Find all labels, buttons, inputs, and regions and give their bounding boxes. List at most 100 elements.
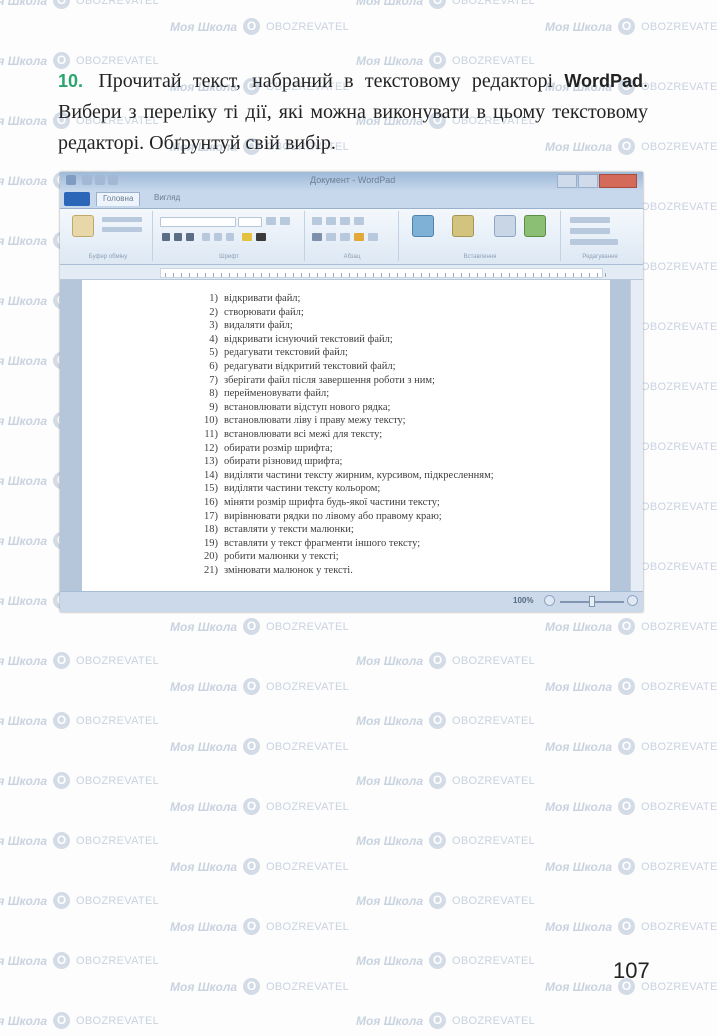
watermark-school-text: Моя Школа: [0, 953, 48, 968]
font-size-select[interactable]: [238, 217, 262, 227]
replace-button[interactable]: [570, 228, 610, 234]
ruler-tick: [605, 273, 606, 277]
list-item-number: 4): [209, 333, 218, 345]
watermark-brand-text: OBOZREVATEL: [76, 654, 159, 667]
align-center-button[interactable]: [326, 233, 336, 241]
app-menu-icon[interactable]: [66, 175, 76, 185]
list-item-text: робити малюнки у тексті;: [224, 551, 339, 563]
copy-button[interactable]: [102, 227, 142, 232]
line-spacing-button[interactable]: [354, 217, 364, 225]
page-number: 107: [613, 958, 650, 983]
redo-icon[interactable]: [108, 175, 118, 185]
align-left-button[interactable]: [312, 233, 322, 241]
list-item: 7) зберігати файл після завершення роботи…: [196, 374, 494, 388]
watermark: Моя Школа O OBOZREVATEL: [356, 772, 535, 789]
grow-font-button[interactable]: [266, 217, 276, 225]
subscript-button[interactable]: [214, 233, 222, 241]
list-button[interactable]: [340, 217, 350, 225]
watermark-brand-text: OBOZREVATEL: [266, 680, 349, 693]
minimize-button[interactable]: [557, 174, 577, 188]
font-family-select[interactable]: [160, 217, 236, 227]
zoom-out-button[interactable]: [544, 595, 555, 606]
paint-drawing-icon[interactable]: [452, 215, 474, 237]
underline-button[interactable]: [186, 233, 194, 241]
ruler-tick: [165, 273, 166, 277]
ruler: [60, 265, 643, 280]
font-color-button[interactable]: [256, 233, 266, 241]
tab-file[interactable]: [64, 192, 90, 206]
document-page[interactable]: 1) відкривати файл; 2) створювати файл; 3) ви…: [82, 280, 610, 592]
watermark: Моя Школа O OBOZREVATEL: [356, 1012, 535, 1029]
watermark-brand-text: OBOZREVATEL: [76, 0, 159, 7]
strikethrough-button[interactable]: [202, 233, 210, 241]
obozrevatel-logo-icon: O: [53, 712, 71, 729]
highlight-color-button[interactable]: [242, 233, 252, 241]
obozrevatel-logo-icon: O: [429, 0, 447, 9]
watermark-school-text: Моя Школа: [545, 859, 613, 874]
insert-picture-icon[interactable]: [412, 215, 434, 237]
ruler-tick: [285, 273, 286, 277]
justify-button[interactable]: [354, 233, 364, 241]
vertical-scrollbar[interactable]: [630, 280, 643, 592]
wordpad-screenshot: Документ - WordPad Головна Вигляд Буфер …: [60, 172, 643, 612]
list-item-number: 16): [204, 496, 218, 508]
group-clipboard: Буфер обміну: [64, 211, 153, 261]
list-item: 21) змінювати малюнок у тексті.: [196, 564, 494, 578]
bold-button[interactable]: [162, 233, 170, 241]
tab-view[interactable]: Вигляд: [148, 192, 186, 206]
list-item-text: відкривати файл;: [224, 293, 301, 304]
find-button[interactable]: [570, 217, 610, 223]
align-right-button[interactable]: [340, 233, 350, 241]
watermark-school-text: Моя Школа: [0, 773, 48, 788]
watermark-brand-text: OBOZREVATEL: [641, 860, 717, 873]
ruler-tick: [325, 273, 326, 277]
close-button[interactable]: [599, 174, 637, 188]
watermark: Моя Школа O OBOZREVATEL: [170, 18, 349, 35]
watermark-brand-text: OBOZREVATEL: [641, 500, 717, 513]
undo-icon[interactable]: [95, 175, 105, 185]
italic-button[interactable]: [174, 233, 182, 241]
date-time-icon[interactable]: [494, 215, 516, 237]
watermark-school-text: Моя Школа: [170, 619, 238, 634]
paragraph-button[interactable]: [368, 233, 378, 241]
ruler-tick: [573, 273, 574, 277]
superscript-button[interactable]: [226, 233, 234, 241]
list-item-text: встановлювати відступ нового рядка;: [224, 401, 391, 413]
watermark-school-text: Моя Школа: [0, 413, 48, 428]
list-item-text: встановлювати ліву і праву межу тексту;: [224, 415, 406, 427]
list-item: 19) вставляти у текст фрагменти іншого те…: [196, 537, 494, 551]
ruler-tick: [509, 273, 510, 277]
paste-icon[interactable]: [72, 215, 94, 237]
document-area: 1) відкривати файл; 2) створювати файл; 3) ви…: [60, 280, 643, 592]
watermark-brand-text: OBOZREVATEL: [76, 894, 159, 907]
list-item-number: 13): [204, 456, 218, 468]
list-item: 4) відкривати існуючий текстовий файл;: [196, 333, 494, 347]
tab-home[interactable]: Головна: [96, 192, 141, 206]
watermark-brand-text: OBOZREVATEL: [76, 954, 159, 967]
maximize-button[interactable]: [578, 174, 598, 188]
ruler-track[interactable]: [160, 268, 606, 278]
zoom-slider-thumb[interactable]: [589, 596, 595, 607]
ruler-tick: [541, 273, 542, 277]
save-icon[interactable]: [82, 175, 92, 185]
watermark-brand-text: OBOZREVATEL: [452, 0, 535, 7]
watermark-school-text: Моя Школа: [170, 679, 238, 694]
list-item-text: встановлювати всі межі для тексту;: [224, 428, 383, 440]
ruler-tick: [565, 273, 566, 277]
ruler-tick: [477, 273, 478, 277]
watermark-brand-text: OBOZREVATEL: [641, 80, 717, 93]
shrink-font-button[interactable]: [280, 217, 290, 225]
insert-object-icon[interactable]: [524, 215, 546, 237]
list-item-text: вирівнювати рядки по лівому або правому …: [224, 510, 442, 522]
decrease-indent-button[interactable]: [312, 217, 322, 225]
ruler-tick: [205, 273, 206, 277]
cut-button[interactable]: [102, 217, 142, 222]
watermark: Моя Школа O OBOZREVATEL: [0, 772, 159, 789]
zoom-in-button[interactable]: [627, 595, 638, 606]
ruler-tick: [493, 273, 494, 277]
increase-indent-button[interactable]: [326, 217, 336, 225]
list-item-number: 15): [204, 483, 218, 495]
list-item-number: 20): [204, 551, 218, 563]
select-all-button[interactable]: [570, 239, 618, 245]
ruler-tick: [213, 273, 214, 277]
